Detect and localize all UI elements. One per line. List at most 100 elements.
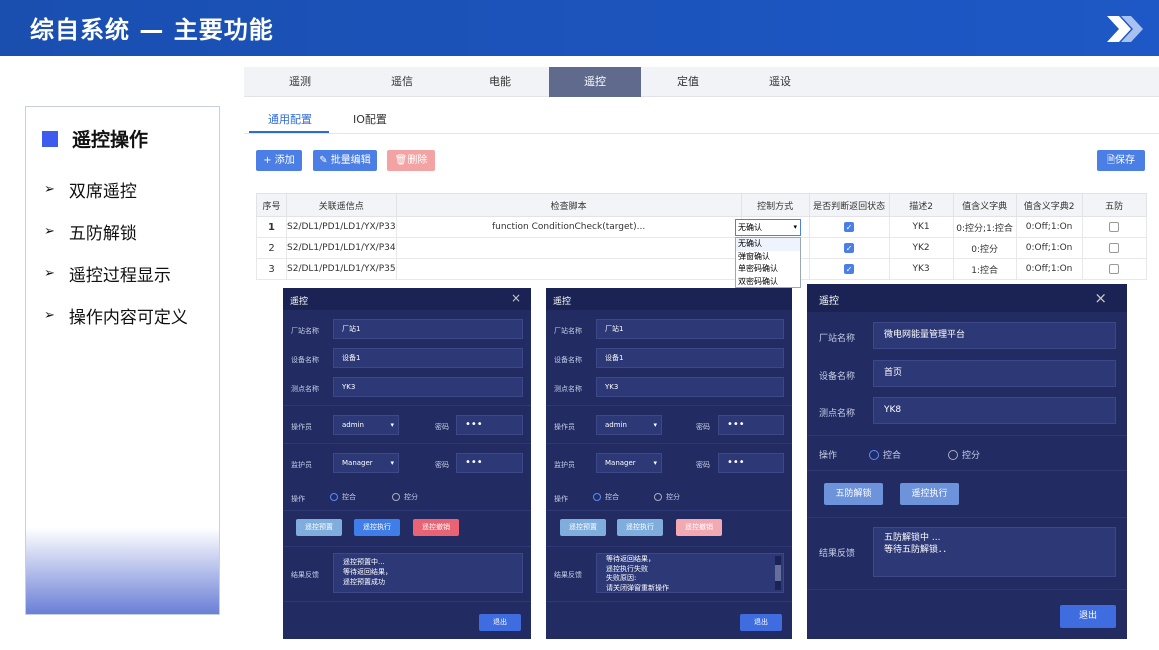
execute-button[interactable]: 遥控执行 xyxy=(354,519,400,536)
radio-close[interactable]: 控合 xyxy=(330,492,356,502)
close-icon[interactable]: × xyxy=(511,291,521,305)
radio-open[interactable]: 控分 xyxy=(392,492,418,502)
feature-item: ➢ 双席遥控 xyxy=(44,177,137,202)
operator-password-field[interactable]: ••• xyxy=(456,415,523,435)
result-box: 遥控预置中... 等待返回结果， 遥控预置成功 xyxy=(333,553,523,593)
tab-setting[interactable]: 定值 xyxy=(642,67,734,97)
cell-point: S2/DL1/PD1/LD1/YX/P33 xyxy=(286,216,397,238)
operator-value: admin xyxy=(605,421,627,429)
scrollbar-thumb[interactable] xyxy=(775,565,781,581)
tab-telesignal[interactable]: 遥信 xyxy=(356,67,448,97)
dropdown-option[interactable]: 弹窗确认 xyxy=(736,251,800,264)
station-field[interactable]: 微电网能量管理平台 xyxy=(873,322,1116,349)
checkbox-icon[interactable] xyxy=(1109,242,1120,253)
cancel-button[interactable]: 遥控撤销 xyxy=(413,519,459,536)
guardian-password-field[interactable]: ••• xyxy=(456,453,523,473)
checkbox-icon[interactable] xyxy=(1109,221,1120,232)
result-line: 失败原因: xyxy=(606,574,637,582)
wufang-unlock-button[interactable]: 五防解锁 xyxy=(824,483,883,505)
checkbox-checked-icon[interactable]: ✓ xyxy=(844,263,855,274)
station-field[interactable]: 厂站1 xyxy=(596,319,784,339)
device-field[interactable]: 设备1 xyxy=(596,348,784,368)
radio-open[interactable]: 控分 xyxy=(948,448,980,461)
password-label: 密码 xyxy=(696,423,710,431)
scrollbar[interactable] xyxy=(775,556,781,590)
save-button[interactable]: 🗎保存 xyxy=(1097,150,1145,171)
radio-open-label: 控分 xyxy=(962,451,981,461)
table-row[interactable]: 3 S2/DL1/PD1/LD1/YX/P35 ✓ YK3 1:控合 0:Off… xyxy=(256,258,1147,280)
feature-item-text: 遥控过程显示 xyxy=(68,266,171,286)
cell-desc2: YK3 xyxy=(888,258,954,280)
checkbox-icon[interactable] xyxy=(1109,263,1120,274)
exit-button[interactable]: 退出 xyxy=(479,614,521,631)
result-label: 结果反馈 xyxy=(291,571,319,579)
close-icon[interactable]: × xyxy=(1094,289,1107,307)
preset-button[interactable]: 遥控预置 xyxy=(560,519,606,536)
cell-check[interactable]: ✓ xyxy=(808,237,890,259)
subtab-io[interactable]: IO配置 xyxy=(353,111,387,127)
operator-select[interactable]: admin ▾ xyxy=(596,415,662,435)
cell-index: 3 xyxy=(256,258,287,280)
cell-script[interactable]: function ConditionCheck(target)... xyxy=(395,216,742,238)
exit-button[interactable]: 退出 xyxy=(740,614,782,631)
feature-item: ➢ 操作内容可定义 xyxy=(44,303,188,328)
execute-button[interactable]: 遥控执行 xyxy=(617,519,663,536)
arrow-bullet-icon: ➢ xyxy=(44,308,55,323)
cell-wufang[interactable] xyxy=(1081,237,1147,259)
table-row[interactable]: 1 S2/DL1/PD1/LD1/YX/P33 function Conditi… xyxy=(256,216,1147,238)
tab-telemetry[interactable]: 遥测 xyxy=(254,67,346,97)
checkbox-checked-icon[interactable]: ✓ xyxy=(844,242,855,253)
cell-check[interactable]: ✓ xyxy=(808,258,890,280)
chevron-double-right-icon xyxy=(1107,16,1143,42)
dropdown-option[interactable]: 单密码确认 xyxy=(736,263,800,276)
dropdown-option[interactable]: 双密码确认 xyxy=(736,276,800,289)
radio-close[interactable]: 控合 xyxy=(593,492,619,502)
radio-open[interactable]: 控分 xyxy=(654,492,680,502)
control-mode-select[interactable]: 无确认 ▾ xyxy=(735,219,801,236)
result-line: 等待五防解锁．． xyxy=(884,545,952,555)
tab-remote-adjust[interactable]: 遥设 xyxy=(734,67,826,97)
batch-edit-button[interactable]: ✎ 批量编辑 xyxy=(313,150,377,171)
station-field[interactable]: 厂站1 xyxy=(333,319,523,339)
cell-desc2: YK1 xyxy=(888,216,954,238)
cell-desc2: YK2 xyxy=(888,237,954,259)
exit-button[interactable]: 退出 xyxy=(1060,605,1116,628)
table-row[interactable]: 2 S2/DL1/PD1/LD1/YX/P34 ✓ YK2 0:控分 0:Off… xyxy=(256,237,1147,259)
guardian-select[interactable]: Manager ▾ xyxy=(596,453,662,473)
device-label: 设备名称 xyxy=(554,356,582,364)
checkbox-checked-icon[interactable]: ✓ xyxy=(844,221,855,232)
tab-energy[interactable]: 电能 xyxy=(454,67,546,97)
point-field[interactable]: YK8 xyxy=(873,397,1116,424)
divider xyxy=(546,510,792,511)
operator-select[interactable]: admin ▾ xyxy=(333,415,399,435)
device-field[interactable]: 首页 xyxy=(873,360,1116,387)
result-line: 请关闭弹窗重新操作 xyxy=(606,583,669,592)
cell-wufang[interactable] xyxy=(1081,258,1147,280)
point-field[interactable]: YK3 xyxy=(333,377,523,397)
preset-button[interactable]: 遥控预置 xyxy=(296,519,342,536)
guardian-select[interactable]: Manager ▾ xyxy=(333,453,399,473)
device-field[interactable]: 设备1 xyxy=(333,348,523,368)
col-header: 是否判断返回状态 xyxy=(808,193,890,217)
batch-edit-label: 批量编辑 xyxy=(330,155,371,166)
guardian-password-field[interactable]: ••• xyxy=(718,453,784,473)
cell-script[interactable] xyxy=(395,237,742,259)
delete-button[interactable]: 🗑删除 xyxy=(387,150,435,171)
cell-wufang[interactable] xyxy=(1081,216,1147,238)
radio-checked-icon xyxy=(330,493,338,501)
subtab-general[interactable]: 通用配置 xyxy=(268,111,312,127)
cancel-button[interactable]: 遥控撤销 xyxy=(676,519,722,536)
radio-icon xyxy=(654,493,662,501)
point-field[interactable]: YK3 xyxy=(596,377,784,397)
divider xyxy=(283,405,531,406)
execute-button[interactable]: 遥控执行 xyxy=(900,483,959,505)
dropdown-option[interactable]: 无确认 xyxy=(736,238,800,251)
radio-close[interactable]: 控合 xyxy=(869,448,901,461)
add-button[interactable]: + 添加 xyxy=(256,150,302,171)
col-header: 值含义字典 xyxy=(952,193,1017,217)
cell-check[interactable]: ✓ xyxy=(808,216,890,238)
dialog-title: 遥控 xyxy=(819,296,839,307)
cell-script[interactable] xyxy=(395,258,742,280)
operator-password-field[interactable]: ••• xyxy=(718,415,784,435)
tab-remote-control[interactable]: 遥控 xyxy=(549,67,641,97)
